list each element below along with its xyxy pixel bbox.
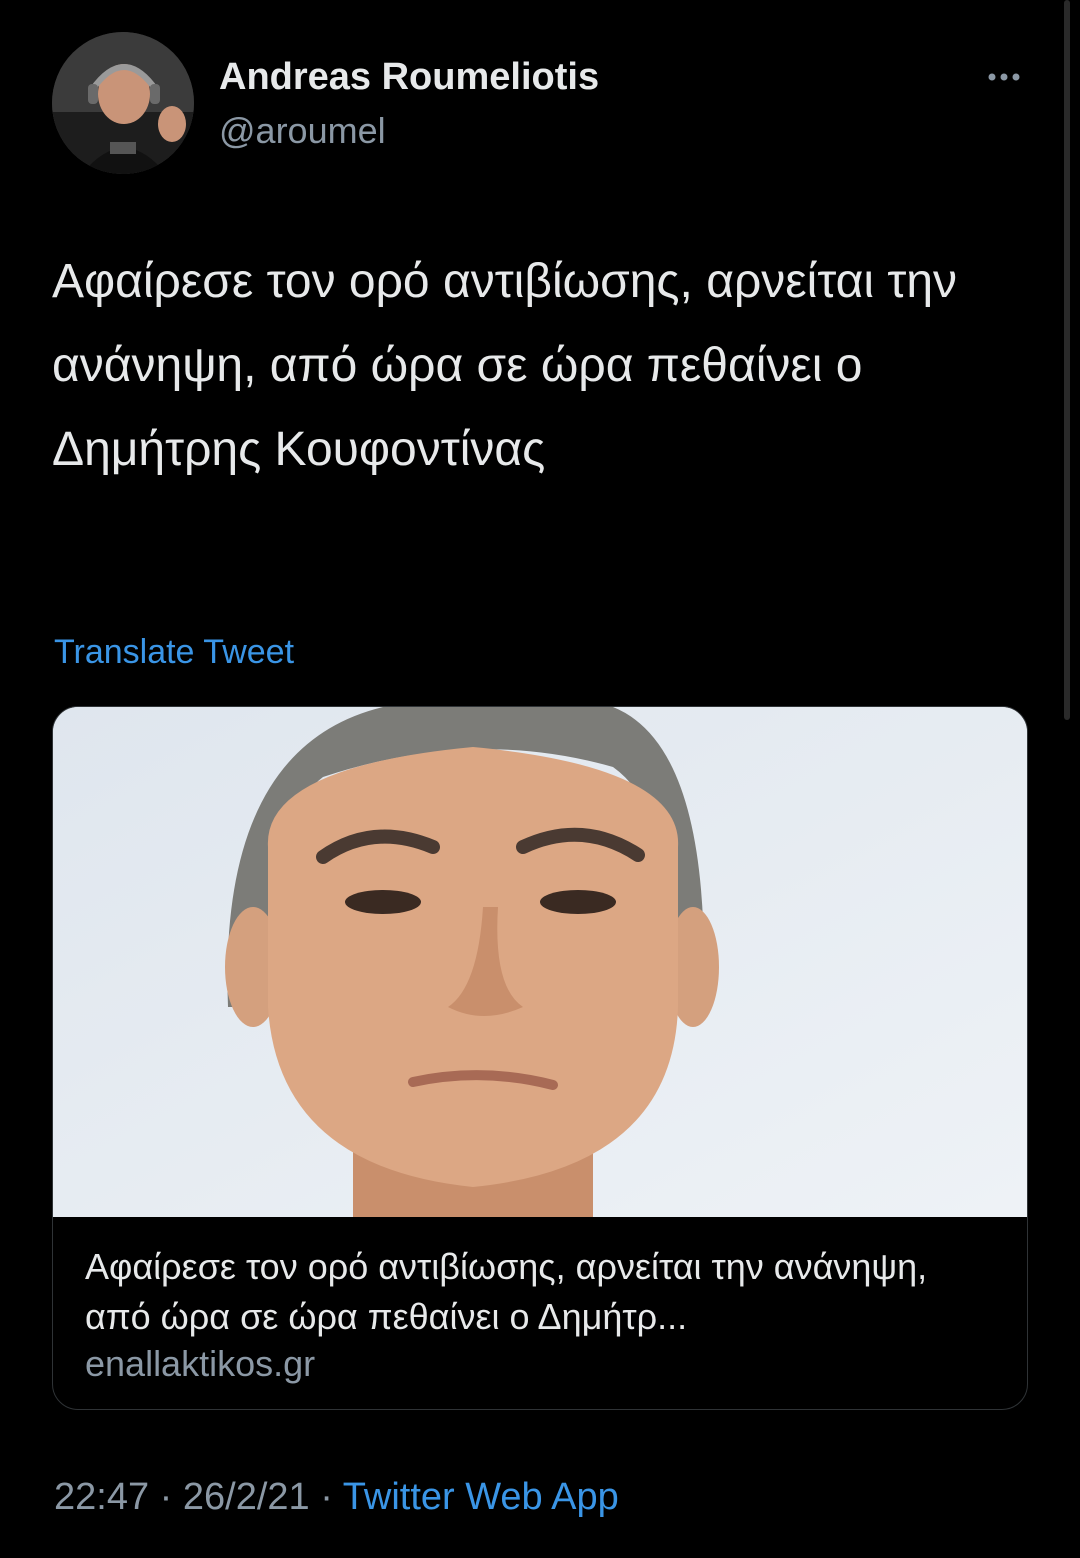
more-horizontal-icon[interactable] <box>984 62 1024 92</box>
card-domain: enallaktikos.gr <box>85 1343 316 1384</box>
tweet-text: Αφαίρεσε τον ορό αντιβίωσης, αρνείται τη… <box>52 255 958 476</box>
tweet-meta: 22:47 · 26/2/21 · Twitter Web App <box>54 1476 619 1519</box>
avatar-image <box>52 32 194 174</box>
meta-separator: · <box>320 1476 333 1518</box>
author-handle[interactable]: @aroumel <box>219 110 386 152</box>
tweet-date[interactable]: 26/2/21 <box>183 1476 310 1518</box>
avatar[interactable] <box>52 32 194 174</box>
tweet-source-link[interactable]: Twitter Web App <box>343 1476 619 1518</box>
scrollbar[interactable] <box>1064 0 1070 720</box>
tweet-time: 22:47 <box>54 1476 150 1518</box>
author-name[interactable]: Andreas Roumeliotis <box>219 56 599 99</box>
link-card[interactable]: Αφαίρεσε τον ορό αντιβίωσης, αρνείται τη… <box>52 706 1028 1410</box>
card-image <box>53 707 1027 1217</box>
translate-tweet-link[interactable]: Translate Tweet <box>54 633 294 672</box>
meta-separator: · <box>159 1476 173 1518</box>
card-title: Αφαίρεσε τον ορό αντιβίωσης, αρνείται τη… <box>85 1246 928 1337</box>
